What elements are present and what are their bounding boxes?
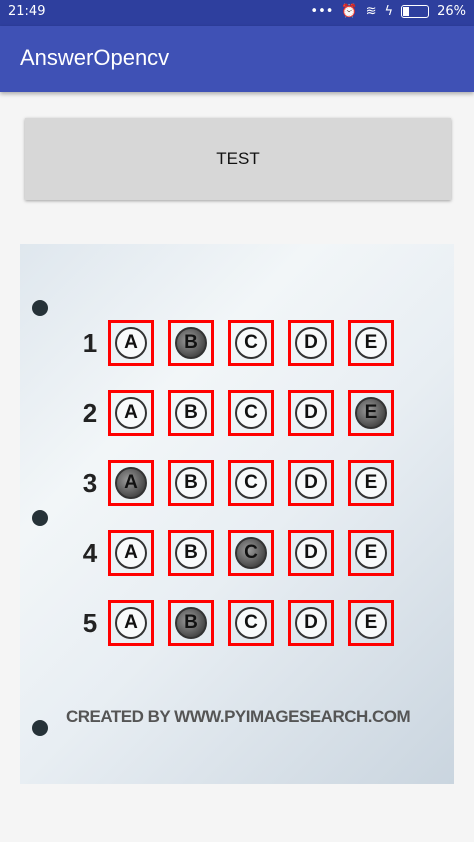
wifi-icon: ≋	[365, 4, 377, 19]
detected-bubble-box: B	[168, 530, 214, 576]
app-title: AnswerOpencv	[20, 45, 170, 70]
detected-bubble-box: D	[288, 320, 334, 366]
detected-bubble-box: C	[228, 320, 274, 366]
detected-bubble-box: D	[288, 390, 334, 436]
test-button[interactable]: TEST	[25, 118, 451, 200]
question-number: 1	[82, 328, 98, 358]
answer-bubble: E	[355, 467, 387, 499]
answer-bubble: E	[355, 537, 387, 569]
answer-bubble: B	[175, 397, 207, 429]
detected-bubble-box: A	[108, 320, 154, 366]
filled-answer-bubble: B	[175, 607, 207, 639]
filled-answer-bubble: C	[235, 537, 267, 569]
answer-bubble: A	[115, 327, 147, 359]
detected-bubble-box: A	[108, 390, 154, 436]
answer-bubble: A	[115, 397, 147, 429]
status-icons: ••• ⏰ ≋ ϟ 26%	[310, 4, 466, 19]
detected-bubble-box: E	[348, 390, 394, 436]
status-time: 21:49	[8, 4, 46, 19]
filled-answer-bubble: A	[115, 467, 147, 499]
more-icon: •••	[310, 4, 334, 19]
answer-bubble: C	[235, 397, 267, 429]
punch-hole	[32, 300, 48, 316]
answer-bubble: A	[115, 537, 147, 569]
detected-bubble-box: D	[288, 600, 334, 646]
question-number: 2	[82, 398, 98, 428]
answer-bubble: C	[235, 467, 267, 499]
detected-bubble-box: A	[108, 530, 154, 576]
detected-bubble-box: D	[288, 460, 334, 506]
answer-bubble: B	[175, 467, 207, 499]
detected-bubble-box: B	[168, 460, 214, 506]
detected-bubble-box: B	[168, 600, 214, 646]
answer-bubble: E	[355, 327, 387, 359]
answer-bubble: D	[295, 537, 327, 569]
question-number: 3	[82, 468, 98, 498]
detected-bubble-box: C	[228, 460, 274, 506]
status-bar: 21:49 ••• ⏰ ≋ ϟ 26%	[0, 0, 474, 26]
detected-bubble-box: A	[108, 600, 154, 646]
detected-bubble-box: E	[348, 530, 394, 576]
detected-bubble-box: B	[168, 390, 214, 436]
detected-bubble-box: C	[228, 390, 274, 436]
test-button-label: TEST	[216, 149, 260, 168]
detected-bubble-box: E	[348, 600, 394, 646]
charging-icon: ϟ	[384, 4, 394, 19]
answer-bubble: D	[295, 607, 327, 639]
detected-bubble-box: D	[288, 530, 334, 576]
battery-percent: 26%	[437, 4, 466, 19]
detected-bubble-box: C	[228, 530, 274, 576]
answer-bubble: D	[295, 397, 327, 429]
battery-icon	[401, 5, 430, 18]
sheet-footer: CREATED BY WWW.PYIMAGESEARCH.COM	[66, 707, 411, 726]
detected-bubble-box: E	[348, 320, 394, 366]
filled-answer-bubble: E	[355, 397, 387, 429]
punch-hole	[32, 720, 48, 736]
answer-sheet-image: CREATED BY WWW.PYIMAGESEARCH.COM 1ABCDE2…	[20, 244, 454, 784]
app-bar: AnswerOpencv	[0, 26, 474, 92]
answer-bubble: A	[115, 607, 147, 639]
answer-bubble: C	[235, 327, 267, 359]
question-number: 4	[82, 538, 98, 568]
punch-hole	[32, 510, 48, 526]
answer-bubble: B	[175, 537, 207, 569]
filled-answer-bubble: B	[175, 327, 207, 359]
detected-bubble-box: B	[168, 320, 214, 366]
detected-bubble-box: A	[108, 460, 154, 506]
answer-bubble: C	[235, 607, 267, 639]
answer-bubble: E	[355, 607, 387, 639]
answer-bubble: D	[295, 327, 327, 359]
alarm-icon: ⏰	[341, 4, 358, 19]
answer-bubble: D	[295, 467, 327, 499]
detected-bubble-box: E	[348, 460, 394, 506]
question-number: 5	[82, 608, 98, 638]
detected-bubble-box: C	[228, 600, 274, 646]
